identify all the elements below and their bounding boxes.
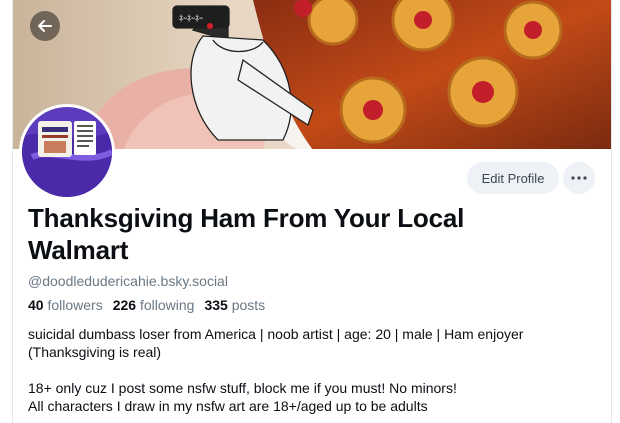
profile-bio: suicidal dumbass loser from America | no… (28, 325, 588, 415)
bio-line: All characters I draw in my nsfw art are… (28, 398, 428, 414)
display-name: Thanksgiving Ham From Your Local Walmart (28, 203, 465, 265)
bio-line: 18+ only cuz I post some nsfw stuff, blo… (28, 380, 457, 396)
following-link[interactable]: 226 following (113, 297, 195, 313)
edit-profile-button[interactable]: Edit Profile (467, 162, 559, 194)
profile-stats: 40 followers 226 following 335 posts (28, 297, 265, 313)
followers-label: followers (47, 297, 103, 313)
posts-stat: 335 posts (204, 297, 265, 313)
following-label: following (139, 297, 195, 313)
following-count: 226 (112, 297, 137, 313)
profile-handle: @doodledudericahie.bsky.social (28, 273, 228, 289)
followers-link[interactable]: 40 followers (28, 297, 103, 313)
avatar-image (22, 107, 112, 197)
followers-count: 40 (28, 297, 44, 313)
ellipsis-icon (571, 176, 587, 180)
more-options-button[interactable] (563, 162, 595, 194)
bio-line: suicidal dumbass loser from America | no… (28, 326, 524, 342)
posts-count: 335 (204, 297, 228, 313)
right-border (611, 0, 612, 423)
avatar[interactable] (19, 104, 115, 200)
arrow-left-icon (38, 20, 52, 32)
bio-line: (Thanksgiving is real) (28, 344, 162, 360)
svg-text:ﾈｰﾈｰﾈｰ: ﾈｰﾈｰﾈｰ (179, 14, 203, 23)
back-button[interactable] (30, 11, 60, 41)
posts-label: posts (231, 297, 266, 313)
